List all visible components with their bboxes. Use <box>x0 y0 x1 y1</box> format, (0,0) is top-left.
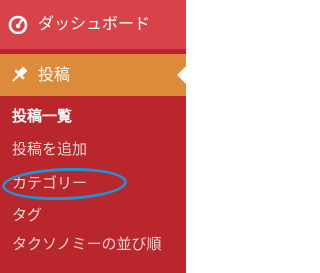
admin-sidebar: ダッシュボード 投稿 投稿一覧 投稿を追加 カテゴリー タグ タクソノミーの並び… <box>0 0 186 273</box>
menu-item-posts[interactable]: 投稿 <box>0 54 186 96</box>
pushpin-icon <box>12 66 28 82</box>
submenu-item-add-post[interactable]: 投稿を追加 <box>12 138 87 160</box>
menu-item-posts-label: 投稿 <box>38 65 71 84</box>
dashboard-gauge-icon <box>8 15 28 34</box>
menu-item-dashboard[interactable]: ダッシュボード <box>0 0 186 49</box>
current-menu-arrow <box>177 66 186 84</box>
submenu-item-tags[interactable]: タグ <box>12 204 42 226</box>
submenu-item-all-posts[interactable]: 投稿一覧 <box>12 105 72 127</box>
menu-item-dashboard-label: ダッシュボード <box>38 14 151 33</box>
submenu-item-taxonomy-order[interactable]: タクソノミーの並び順 <box>12 233 162 255</box>
